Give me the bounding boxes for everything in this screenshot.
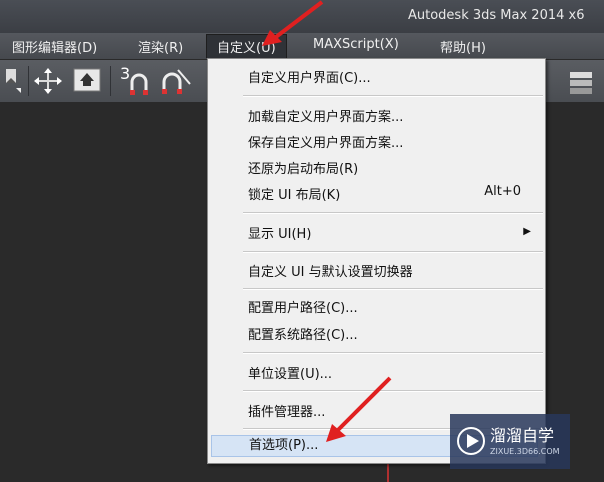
menu-bar: 图形编辑器(D) 渲染(R) 自定义(U) MAXScript(X) 帮助(H): [0, 33, 604, 60]
watermark-url: ZIXUE.3D66.COM: [490, 447, 560, 456]
menu-item-ui-defaults-switcher[interactable]: 自定义 UI 与默认设置切换器: [248, 261, 413, 280]
angle-snap-icon[interactable]: [160, 66, 196, 96]
preferences-label: 首选项(P)...: [249, 438, 319, 453]
bookmark-icon[interactable]: [4, 66, 24, 94]
menu-customize[interactable]: 自定义(U): [206, 34, 287, 58]
watermark: 溜溜自学 ZIXUE.3D66.COM: [450, 414, 570, 469]
menu-item-revert-layout[interactable]: 还原为启动布局(R): [248, 158, 358, 177]
submenu-arrow-icon: ▶: [523, 226, 531, 237]
menu-item-load-ui-scheme[interactable]: 加载自定义用户界面方案...: [248, 106, 403, 125]
menu-help[interactable]: 帮助(H): [440, 37, 486, 56]
menu-item-customize-ui[interactable]: 自定义用户界面(C)...: [248, 67, 371, 86]
menu-maxscript[interactable]: MAXScript(X): [313, 37, 399, 52]
layer-icon[interactable]: [566, 68, 600, 96]
menu-item-lock-ui-layout[interactable]: 锁定 UI 布局(K): [248, 184, 340, 203]
menu-item-show-ui[interactable]: 显示 UI(H): [248, 223, 311, 242]
menu-item-configure-user-paths[interactable]: 配置用户路径(C)...: [248, 297, 358, 316]
play-logo-icon: [457, 427, 485, 455]
menu-item-units-setup[interactable]: 单位设置(U)...: [248, 363, 332, 382]
move-icon[interactable]: [34, 68, 62, 94]
window-title: Autodesk 3ds Max 2014 x6: [408, 8, 585, 23]
menu-item-configure-system-paths[interactable]: 配置系统路径(C)...: [248, 324, 358, 343]
place-icon[interactable]: [72, 67, 102, 95]
customize-dropdown-menu: 自定义用户界面(C)... 加载自定义用户界面方案... 保存自定义用户界面方案…: [207, 58, 546, 464]
menu-item-save-ui-scheme[interactable]: 保存自定义用户界面方案...: [248, 132, 403, 151]
menu-graph-editors[interactable]: 图形编辑器(D): [12, 37, 97, 56]
lock-ui-shortcut: Alt+0: [484, 184, 521, 199]
watermark-text: 溜溜自学: [490, 426, 555, 445]
menu-rendering[interactable]: 渲染(R): [138, 37, 183, 56]
title-bar: Autodesk 3ds Max 2014 x6: [0, 0, 604, 33]
snap-toggle-icon[interactable]: [128, 72, 158, 96]
menu-item-plugin-manager[interactable]: 插件管理器...: [248, 401, 325, 420]
